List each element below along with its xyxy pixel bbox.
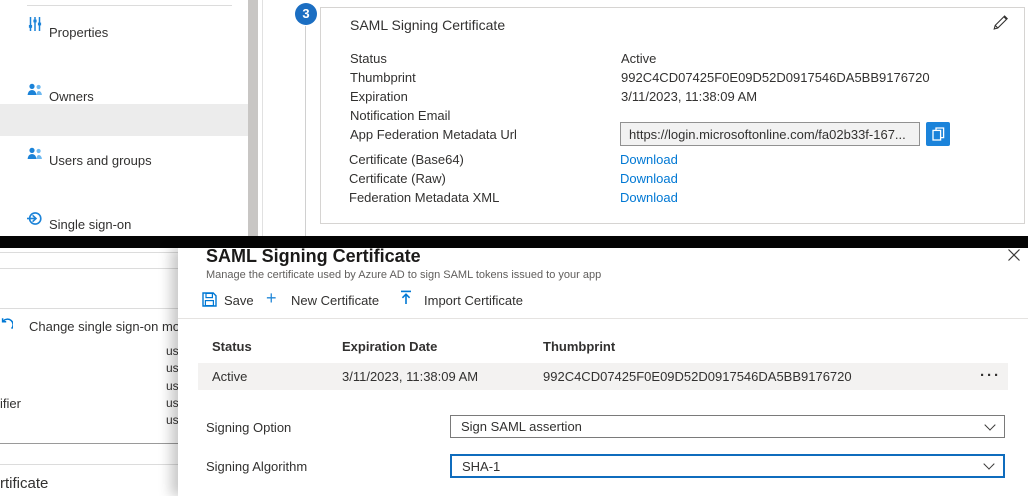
content-separator (262, 0, 263, 236)
field-value-status: Active (621, 51, 656, 67)
signing-algorithm-label: Signing Algorithm (206, 459, 307, 475)
signing-algorithm-dropdown[interactable]: SHA-1 (450, 454, 1005, 478)
sidebar-item-self-service[interactable]: Self-service (0, 200, 248, 232)
step-3-badge: 3 (295, 3, 317, 25)
metadata-url-input[interactable] (620, 122, 920, 146)
truncated-text-fragment: us (166, 379, 178, 394)
save-button-label: Save (224, 293, 254, 308)
new-certificate-button[interactable]: + New Certificate (266, 288, 386, 308)
sidebar-item-label: Properties (49, 25, 108, 41)
field-label: Thumbprint (350, 70, 416, 86)
azure-saml-sso-screen: Properties Owners Users and groups Singl… (0, 0, 1028, 496)
row-status: Active (212, 369, 247, 385)
signing-option-dropdown[interactable]: Sign SAML assertion (450, 415, 1005, 438)
save-icon (202, 292, 217, 307)
truncated-text-fragment: us (166, 361, 178, 376)
field-label: Certificate (Raw) (349, 171, 446, 187)
sidebar-divider (27, 5, 232, 6)
sidebar-scrollbar[interactable] (248, 0, 258, 236)
sliders-icon (28, 17, 42, 31)
signing-option-value: Sign SAML assertion (461, 416, 582, 437)
background-divider (0, 252, 178, 253)
download-raw-link[interactable]: Download (620, 171, 678, 187)
row-expiration: 3/11/2023, 11:38:09 AM (342, 369, 478, 385)
new-certificate-label: New Certificate (291, 293, 379, 308)
edit-pencil-icon[interactable] (992, 14, 1009, 31)
step-connector-line (305, 26, 306, 236)
field-value-expiration: 3/11/2023, 11:38:09 AM (621, 89, 757, 105)
identifier-label-fragment: ifier (0, 396, 21, 412)
row-thumbprint: 992C4CD07425F0E09D52D0917546DA5BB9176720 (543, 369, 852, 385)
change-sso-mode-icon (0, 318, 13, 332)
background-divider (0, 464, 178, 465)
chevron-down-icon (983, 458, 994, 469)
certificate-heading-fragment: rtificate (0, 475, 48, 492)
truncated-text-fragment: us (166, 413, 178, 428)
background-page-strip: Change single sign-on mod us us us us us… (0, 248, 178, 496)
sidebar-item-properties[interactable]: Properties (0, 8, 248, 40)
copy-icon (932, 127, 945, 141)
dialog-title: SAML Signing Certificate (206, 246, 421, 267)
truncated-text-fragment: us (166, 396, 178, 411)
signing-algorithm-value: SHA-1 (462, 456, 500, 477)
sidebar-item-single-sign-on[interactable]: Single sign-on (0, 104, 248, 136)
download-base64-link[interactable]: Download (620, 152, 678, 168)
sidebar-item-users-and-groups[interactable]: Users and groups (0, 72, 248, 104)
download-metadata-link[interactable]: Download (620, 190, 678, 206)
field-label: Expiration (350, 89, 408, 105)
field-label: App Federation Metadata Url (350, 127, 517, 143)
column-header-thumbprint: Thumbprint (543, 339, 615, 354)
import-certificate-button[interactable]: Import Certificate (399, 289, 534, 309)
change-sso-mode-button[interactable]: Change single sign-on mod (29, 319, 178, 335)
black-separator-bar (0, 236, 1028, 248)
close-icon[interactable] (1007, 248, 1021, 262)
sidebar-item-provisioning[interactable]: Provisioning (0, 136, 248, 168)
column-header-expiration: Expiration Date (342, 339, 437, 354)
save-button[interactable]: Save (202, 291, 257, 309)
saml-signing-certificate-dialog: SAML Signing Certificate Manage the cert… (178, 248, 1028, 496)
certificate-table-row[interactable]: Active 3/11/2023, 11:38:09 AM 992C4CD074… (198, 363, 1008, 390)
truncated-text-fragment: us (166, 344, 178, 359)
column-header-status: Status (212, 339, 252, 354)
dialog-subtitle: Manage the certificate used by Azure AD … (206, 269, 601, 281)
sidebar-item-owners[interactable]: Owners (0, 40, 248, 72)
field-label: Federation Metadata XML (349, 190, 499, 206)
background-divider (0, 268, 178, 269)
card-title: SAML Signing Certificate (350, 17, 505, 33)
signing-option-label: Signing Option (206, 420, 291, 436)
field-value-thumbprint: 992C4CD07425F0E09D52D0917546DA5BB9176720 (621, 70, 930, 86)
copy-button[interactable] (926, 122, 950, 146)
row-context-menu-icon[interactable]: ··· (980, 367, 1001, 384)
field-label: Certificate (Base64) (349, 152, 464, 168)
background-divider (0, 308, 178, 309)
import-arrow-icon (399, 290, 413, 305)
sidebar-item-application-proxy[interactable]: Application proxy (0, 168, 248, 200)
import-certificate-label: Import Certificate (424, 293, 523, 308)
plus-icon: + (266, 288, 277, 308)
background-divider (0, 443, 178, 444)
field-label: Notification Email (350, 108, 450, 124)
chevron-down-icon (984, 419, 995, 430)
field-label: Status (350, 51, 387, 67)
toolbar-divider (178, 318, 1028, 319)
